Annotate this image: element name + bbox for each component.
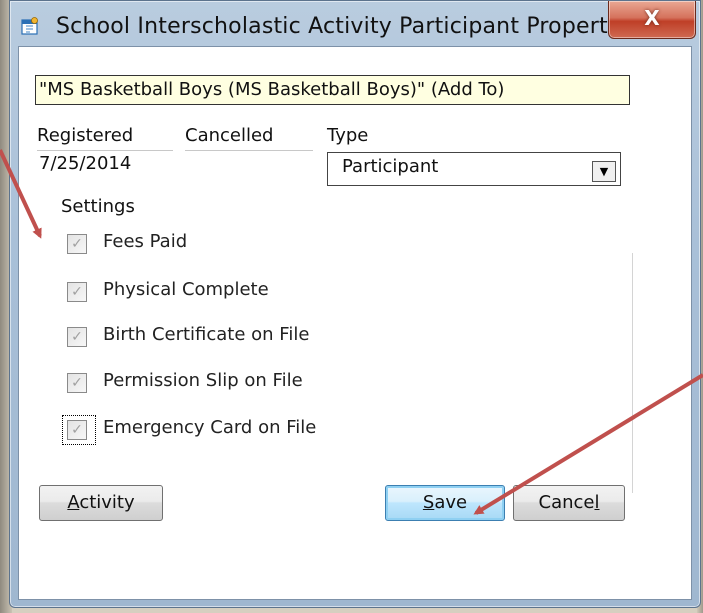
save-button-label: ave: [434, 492, 468, 513]
emergency-card-label: Emergency Card on File: [103, 417, 317, 438]
settings-divider: [632, 253, 633, 493]
cancelled-divider: [185, 150, 313, 151]
birth-certificate-checkbox[interactable]: ✓: [67, 327, 87, 347]
window-title: School Interscholastic Activity Particip…: [56, 14, 608, 39]
cancel-button-label: Cance: [538, 492, 595, 513]
settings-label: Settings: [61, 196, 135, 217]
emergency-card-checkbox[interactable]: ✓: [67, 420, 87, 440]
birth-certificate-label: Birth Certificate on File: [103, 324, 310, 345]
cancel-button[interactable]: Cancel: [513, 485, 625, 521]
activity-button-label: ctivity: [79, 492, 135, 513]
registered-label: Registered: [37, 125, 134, 146]
cancelled-label: Cancelled: [185, 125, 274, 146]
physical-complete-checkbox[interactable]: ✓: [67, 282, 87, 302]
type-select[interactable]: Participant ▼: [327, 152, 621, 186]
cancelled-value[interactable]: [187, 153, 307, 177]
settings-group: ✓ Fees Paid ✓ Physical Complete ✓ Birth …: [49, 223, 633, 519]
fees-paid-label: Fees Paid: [103, 231, 188, 252]
registered-divider: [37, 150, 173, 151]
permission-slip-label: Permission Slip on File: [103, 370, 303, 391]
app-icon: [21, 17, 38, 35]
chevron-down-icon[interactable]: ▼: [592, 161, 616, 182]
save-button[interactable]: Save: [385, 485, 505, 521]
save-button-mnemonic: S: [422, 492, 435, 513]
registered-value[interactable]: 7/25/2014: [39, 153, 131, 174]
permission-slip-checkbox[interactable]: ✓: [67, 373, 87, 393]
type-selected-value: Participant: [342, 156, 439, 177]
fees-paid-checkbox[interactable]: ✓: [67, 234, 87, 254]
close-button[interactable]: X: [608, 1, 696, 39]
participant-properties-dialog: School Interscholastic Activity Particip…: [9, 0, 701, 608]
activity-name-box: "MS Basketball Boys (MS Basketball Boys)…: [35, 75, 630, 105]
close-icon: X: [644, 6, 660, 30]
cancel-button-mnemonic: l: [594, 492, 600, 513]
type-label: Type: [327, 125, 369, 146]
dialog-content: "MS Basketball Boys (MS Basketball Boys)…: [18, 46, 692, 600]
activity-button-mnemonic: A: [67, 492, 80, 513]
physical-complete-label: Physical Complete: [103, 279, 269, 300]
activity-button[interactable]: Activity: [39, 485, 163, 521]
